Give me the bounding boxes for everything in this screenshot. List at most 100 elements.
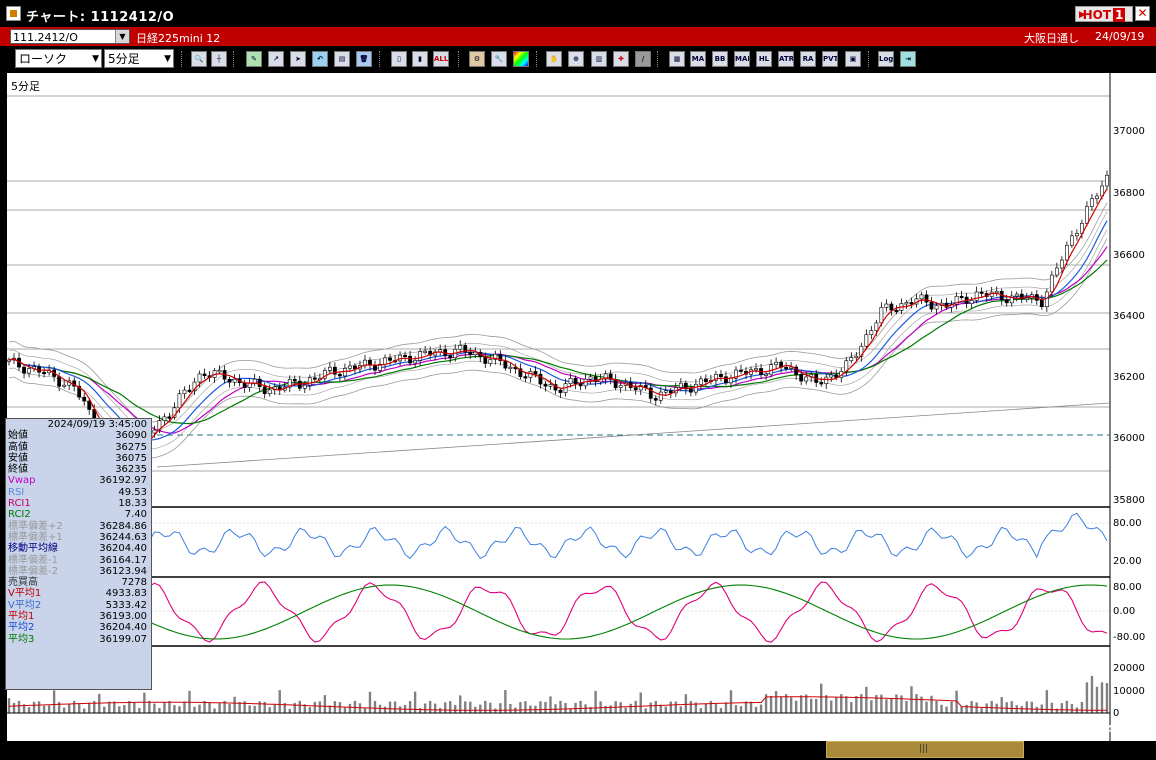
pointer-icon[interactable]: ➤ [290, 51, 306, 67]
trend-tool-icon[interactable]: ↗ [268, 51, 284, 67]
candle [458, 345, 463, 350]
note-icon[interactable]: ▤ [334, 51, 350, 67]
symbol-input[interactable]: 111.2412/O ▼ [10, 29, 130, 44]
candle [1024, 297, 1029, 300]
zoom-chart-icon[interactable]: ⊕ [568, 51, 584, 67]
volume-bar [689, 701, 693, 713]
volume-bar [739, 706, 743, 713]
volume-bar [293, 702, 296, 713]
symbol-bar: 111.2412/O ▼ 日経225mini 12 大阪日通し 24/09/19 [0, 27, 1156, 46]
disabled-tool-icon[interactable]: / [635, 51, 651, 67]
pvt-button[interactable]: PVT [822, 51, 838, 67]
hot-label: HOT [1082, 8, 1112, 22]
panel-row-key: 始値 [8, 430, 28, 442]
draw-line-icon[interactable]: ✎ [246, 51, 262, 67]
volume-bar [27, 707, 31, 713]
grid-indicator-icon[interactable]: ▦ [669, 51, 685, 67]
candle [729, 378, 733, 384]
candle [267, 389, 272, 394]
all-button[interactable]: ALL [433, 51, 449, 67]
ma-button[interactable]: MA [690, 51, 706, 67]
toolbar-separator [379, 51, 382, 67]
candle [874, 322, 879, 331]
volume-bar [569, 708, 572, 713]
candle [578, 383, 583, 387]
panel-row-key: 終値 [8, 464, 28, 476]
volume-bar [945, 706, 948, 713]
rci-axis-label: 80.00 [1113, 582, 1142, 593]
volume-bar [454, 705, 457, 713]
candle [167, 416, 172, 419]
panel-row-value: 36284.86 [99, 520, 147, 532]
candle [919, 294, 924, 300]
zoom-icon[interactable]: 🔍 [191, 51, 207, 67]
frame-icon[interactable]: ▣ [845, 51, 861, 67]
candle [1039, 300, 1044, 308]
candle [353, 365, 357, 370]
candle [1095, 195, 1099, 199]
candle [468, 351, 473, 355]
hl-button[interactable]: HL [756, 51, 772, 67]
volume-bar [629, 703, 632, 713]
crosshair-icon[interactable]: ┼ [211, 51, 227, 67]
wrench-icon[interactable]: 🔧 [491, 51, 507, 67]
volume-bar [268, 707, 271, 713]
volume-bar [1020, 706, 1023, 713]
panel-row: Vwap 36192.97 [6, 475, 151, 486]
undo-icon[interactable]: ↶ [312, 51, 328, 67]
chart-type-value: ローソク [19, 52, 68, 66]
chart-area[interactable]: 5分足 37000 36800 36600 36400 36200 36000 … [5, 73, 1156, 745]
symbol-dropdown-icon[interactable]: ▼ [115, 30, 129, 43]
volume-bar [313, 701, 317, 713]
volume-bar [789, 697, 793, 713]
bar-chart-icon[interactable]: ▥ [591, 51, 607, 67]
hand-icon[interactable]: ✋ [546, 51, 562, 67]
price-chart-svg[interactable] [7, 73, 1156, 745]
hot-button[interactable]: HOT1 [1075, 6, 1133, 23]
split-icon[interactable]: ✚ [613, 51, 629, 67]
color-palette-icon[interactable] [513, 51, 529, 67]
scrollbar-thumb[interactable]: ||| [826, 741, 1024, 758]
instrument-name: 日経225mini 12 [136, 32, 221, 45]
ra-button[interactable]: RA [800, 51, 816, 67]
candle [548, 384, 553, 387]
candle [1105, 174, 1109, 187]
mae-button[interactable]: MAE [734, 51, 750, 67]
candle-large-icon[interactable]: ▮ [412, 51, 428, 67]
price-axis-label: 36200 [1113, 372, 1145, 383]
volume-bar [218, 703, 221, 713]
bb-button[interactable]: BB [712, 51, 728, 67]
volume-bar [985, 703, 988, 713]
volume-bar [559, 700, 562, 713]
log-button[interactable]: Log [878, 51, 894, 67]
volume-bar [273, 704, 276, 713]
panel-row-key: 標準偏差-2 [8, 565, 58, 577]
volume-axis-label: 0 [1113, 708, 1120, 719]
panel-row-key: 安値 [8, 452, 28, 464]
volume-bar [674, 701, 678, 713]
volume-bar [609, 705, 612, 713]
info-panel: 2024/09/19 3:45:00 始値 36090 高値 36275 安値 36075… [5, 418, 152, 690]
export-icon[interactable]: ⇥ [900, 51, 916, 67]
volume-bar [539, 701, 542, 713]
candle [869, 330, 874, 336]
panel-row-key: 移動平均線 [8, 543, 58, 555]
candle-small-icon[interactable]: ▯ [391, 51, 407, 67]
volume-bar [42, 705, 46, 713]
chart-type-select[interactable]: ローソク ▼ [15, 49, 102, 68]
volume-bar [373, 700, 377, 713]
candle [62, 384, 67, 387]
timeframe-select[interactable]: 5分足 ▼ [104, 49, 174, 68]
volume-bar [198, 704, 201, 713]
trash-icon[interactable]: 🗑 [356, 51, 372, 67]
panel-row-value: 18.33 [118, 498, 147, 510]
candle [383, 357, 387, 365]
candle [1054, 267, 1059, 276]
volume-bar [368, 691, 372, 713]
close-button[interactable]: ✕ [1135, 6, 1150, 21]
volume-bar [599, 701, 602, 713]
candle [187, 389, 192, 392]
settings-icon[interactable]: ⚙ [469, 51, 485, 67]
atr-button[interactable]: ATR [778, 51, 794, 67]
volume-bar [12, 702, 16, 713]
